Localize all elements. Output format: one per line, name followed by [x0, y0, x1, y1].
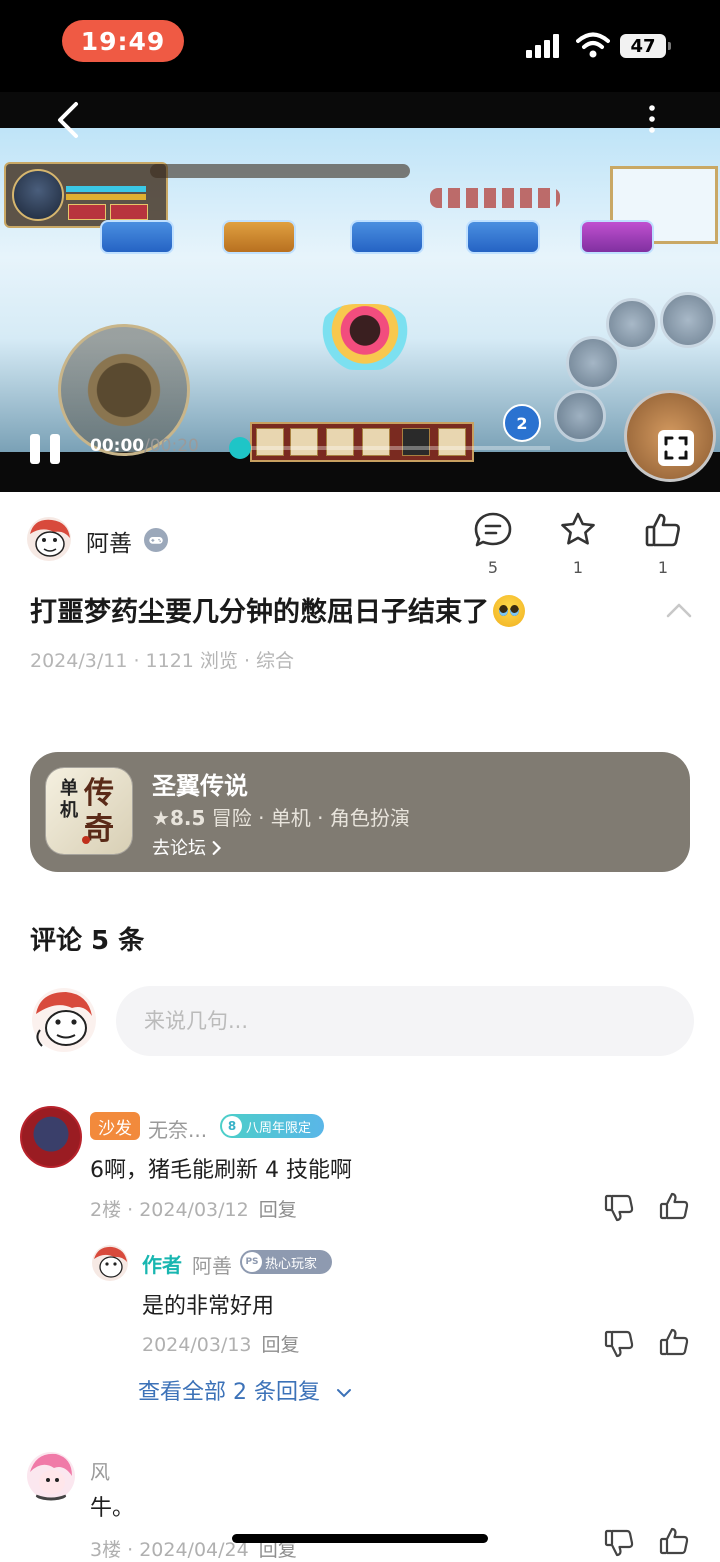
favorite-count: 1 [572, 558, 584, 577]
comment-action[interactable]: 5 [468, 510, 518, 577]
chevron-right-icon [212, 841, 221, 855]
game-hud-player [4, 162, 168, 228]
reply-meta: 2024/03/13 回复 [142, 1330, 300, 1357]
gamepad-badge-icon [144, 528, 168, 552]
thumbs-down-icon[interactable] [603, 1192, 635, 1224]
game-chip [580, 220, 654, 254]
comment-input[interactable] [116, 986, 694, 1056]
game-skill [554, 390, 606, 442]
comment-floor-date: 3楼 · 2024/04/24 [90, 1539, 249, 1561]
author-name[interactable]: 阿善 [86, 524, 132, 558]
video-frame: 2 [0, 128, 720, 482]
reply-author-avatar[interactable] [90, 1244, 130, 1282]
back-icon[interactable] [52, 100, 86, 140]
like-action[interactable]: 1 [638, 510, 688, 577]
game-chip [350, 220, 424, 254]
view-all-replies-link[interactable]: 查看全部 2 条回复 [138, 1374, 353, 1406]
author-avatar[interactable] [24, 516, 74, 562]
post-meta: 2024/3/11 · 1121 浏览 · 综合 [30, 650, 295, 672]
view-all-replies-label: 查看全部 2 条回复 [138, 1380, 320, 1405]
commenter-avatar[interactable] [20, 1106, 82, 1168]
thumbs-down-icon[interactable] [603, 1328, 635, 1360]
enthusiast-badge: PS 热心玩家 [240, 1250, 332, 1274]
like-count: 1 [657, 558, 669, 577]
anniversary-badge: 8 八周年限定 [220, 1114, 324, 1138]
go-forum-label: 去论坛 [152, 838, 206, 859]
star-icon: ★ [152, 806, 170, 830]
anniversary-badge-label: 八周年限定 [246, 1120, 312, 1136]
game-hotbar [250, 422, 474, 462]
game-character [320, 304, 410, 370]
pleading-face-emoji-icon [493, 595, 525, 627]
commenter-avatar[interactable] [26, 1450, 76, 1502]
wifi-icon [576, 32, 610, 58]
anniversary-8-icon: 8 [222, 1116, 242, 1136]
game-genre-tags: 冒险 · 单机 · 角色扮演 [211, 806, 410, 830]
home-indicator[interactable] [232, 1534, 488, 1543]
game-skill [606, 298, 658, 350]
game-chip [466, 220, 540, 254]
game-chip [222, 220, 296, 254]
fullscreen-icon[interactable] [658, 430, 694, 466]
video-progress-thumb[interactable] [229, 437, 251, 459]
go-forum-link[interactable]: 去论坛 [152, 834, 222, 860]
reply-text: 是的非常好用 [142, 1294, 275, 1319]
my-avatar [32, 988, 96, 1052]
author-tag: 作者 [142, 1253, 182, 1277]
game-skill [660, 292, 716, 348]
game-app-icon: 单机 传奇 [46, 768, 132, 854]
signal-icon [526, 34, 559, 58]
video-current-time: 00:00 [90, 436, 145, 456]
post-title: 打噩梦药尘要几分钟的憋屈日子结束了 [30, 590, 525, 629]
commenter-name[interactable]: 无奈... [148, 1114, 207, 1143]
comment-meta: 2楼 · 2024/03/12 回复 [90, 1195, 297, 1222]
comment-text: 牛。 [90, 1496, 135, 1521]
thumbs-up-icon [645, 513, 680, 547]
more-icon[interactable] [640, 102, 664, 136]
comment-count: 5 [487, 558, 499, 577]
comments-title: 评论 5 条 [30, 926, 145, 956]
commenter-name[interactable]: 风 [90, 1456, 110, 1485]
video-time: 00:00/00:20 [90, 436, 199, 456]
game-tags: ★8.5 冒险 · 单机 · 角色扮演 [152, 802, 410, 831]
thumbs-up-icon[interactable] [658, 1190, 690, 1222]
reply-author-name[interactable]: 阿善 [192, 1250, 232, 1279]
game-number-badge: 2 [503, 404, 541, 442]
comment-text: 6啊，猪毛能刷新 4 技能啊 [90, 1158, 352, 1183]
enthusiast-badge-label: 热心玩家 [265, 1256, 318, 1272]
post-title-text: 打噩梦药尘要几分钟的憋屈日子结束了 [30, 597, 489, 628]
pause-icon[interactable] [28, 432, 62, 466]
gamepad-badge-icon: PS [242, 1252, 262, 1272]
game-hud-currency [150, 164, 410, 178]
video-progress-bar[interactable] [240, 446, 550, 450]
reply-date: 2024/03/13 [142, 1334, 252, 1356]
game-name: 圣翼传说 [152, 772, 248, 800]
game-hud-buffs [430, 188, 560, 208]
thumbs-up-icon[interactable] [658, 1525, 690, 1557]
thumbs-down-icon[interactable] [603, 1527, 635, 1559]
chevron-up-icon[interactable] [664, 598, 694, 622]
favorite-action[interactable]: 1 [553, 510, 603, 577]
comment-icon [474, 512, 512, 547]
video-duration: /00:20 [144, 436, 199, 456]
reply-button[interactable]: 回复 [259, 1199, 297, 1221]
reply-button[interactable]: 回复 [262, 1334, 300, 1356]
game-chip [100, 220, 174, 254]
chevron-down-icon [336, 1389, 351, 1398]
status-time: 19:49 [62, 20, 184, 62]
sofa-tag: 沙发 [90, 1112, 140, 1140]
status-bar: 19:49 47 [0, 0, 720, 92]
game-score: 8.5 [169, 806, 206, 830]
battery-indicator: 47 [620, 34, 671, 58]
game-card[interactable]: 单机 传奇 圣翼传说 ★8.5 冒险 · 单机 · 角色扮演 去论坛 [30, 752, 690, 872]
thumbs-up-icon[interactable] [658, 1326, 690, 1358]
star-icon [561, 512, 595, 545]
video-player[interactable]: 2 00:00/00:20 [0, 92, 720, 492]
comment-floor-date: 2楼 · 2024/03/12 [90, 1199, 249, 1221]
game-skill [566, 336, 620, 390]
